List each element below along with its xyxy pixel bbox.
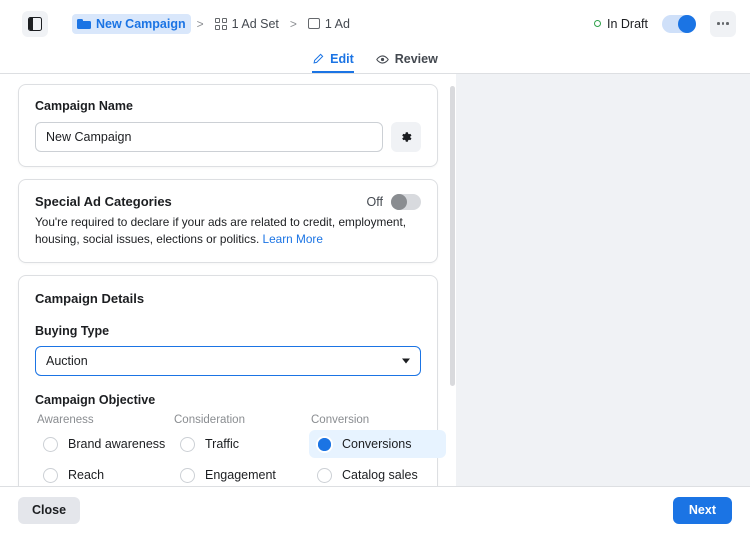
gear-icon: [399, 130, 413, 144]
next-button[interactable]: Next: [673, 497, 732, 524]
breadcrumb-ad-label: 1 Ad: [325, 17, 350, 31]
campaign-objective-title: Campaign Objective: [35, 393, 421, 407]
tab-review-label: Review: [395, 52, 438, 66]
special-ad-categories-title: Special Ad Categories: [35, 194, 172, 209]
objective-column-conversion: Conversion Conversions Catalog sales: [309, 414, 446, 486]
campaign-name-settings-button[interactable]: [391, 122, 421, 152]
footer-bar: Close Next: [0, 486, 750, 533]
radio-icon: [43, 468, 58, 483]
objective-option-catalog-sales[interactable]: Catalog sales: [309, 461, 446, 486]
tab-edit[interactable]: Edit: [312, 52, 354, 73]
objective-column-heading: Consideration: [172, 414, 309, 426]
objective-option-traffic[interactable]: Traffic: [172, 430, 309, 458]
grid-icon: [215, 18, 227, 30]
special-ad-categories-header: Special Ad Categories Off: [35, 194, 421, 210]
toggle-knob: [391, 194, 407, 210]
breadcrumb-adset-label: 1 Ad Set: [232, 17, 279, 31]
status-dot-icon: [594, 20, 601, 27]
campaign-name-card: Campaign Name: [18, 84, 438, 167]
objective-option-label: Conversions: [342, 437, 411, 451]
breadcrumb-item-campaign[interactable]: New Campaign: [72, 14, 191, 34]
toggle-knob: [678, 15, 696, 33]
objective-option-brand-awareness[interactable]: Brand awareness: [35, 430, 172, 458]
breadcrumb: New Campaign > 1 Ad Set > 1 Ad: [72, 14, 355, 34]
tab-review[interactable]: Review: [376, 52, 438, 73]
breadcrumb-separator-2: >: [290, 17, 297, 31]
tab-bar: Edit Review: [0, 47, 750, 73]
special-ad-categories-control: Off: [367, 194, 421, 210]
campaign-objective-columns: Awareness Brand awareness Reach C: [35, 414, 421, 486]
tab-edit-label: Edit: [330, 52, 354, 66]
objective-column-heading: Conversion: [309, 414, 446, 426]
breadcrumb-item-ad[interactable]: 1 Ad: [303, 14, 355, 34]
vertical-scrollbar-thumb[interactable]: [450, 86, 455, 386]
objective-column-consideration: Consideration Traffic Engagement: [172, 414, 309, 486]
special-ad-categories-state-label: Off: [367, 195, 383, 209]
breadcrumb-campaign-label: New Campaign: [96, 17, 186, 31]
pencil-icon: [312, 53, 324, 65]
status-badge: In Draft: [594, 17, 648, 31]
folder-icon: [77, 18, 91, 29]
objective-option-label: Traffic: [205, 437, 239, 451]
special-ad-categories-description-text: You're required to declare if your ads a…: [35, 215, 406, 246]
buying-type-value: Auction: [46, 354, 88, 368]
chevron-down-icon: [402, 359, 410, 364]
objective-option-label: Engagement: [205, 468, 276, 482]
objective-option-label: Catalog sales: [342, 468, 418, 482]
radio-icon: [317, 468, 332, 483]
objective-option-label: Reach: [68, 468, 104, 482]
content-area: Campaign Name Special Ad: [0, 74, 750, 486]
buying-type-select[interactable]: Auction: [35, 346, 421, 376]
campaign-active-toggle[interactable]: [662, 15, 696, 33]
campaign-details-title: Campaign Details: [35, 291, 144, 306]
campaign-name-label: Campaign Name: [35, 99, 421, 113]
panel-left-toggle-button[interactable]: [22, 11, 48, 37]
eye-icon: [376, 53, 389, 66]
special-ad-categories-description: You're required to declare if your ads a…: [35, 214, 407, 248]
campaign-name-row: [35, 122, 421, 152]
learn-more-link[interactable]: Learn More: [263, 232, 323, 246]
objective-option-conversions[interactable]: Conversions: [309, 430, 446, 458]
radio-icon-selected: [317, 437, 332, 452]
campaign-details-card: Campaign Details Buying Type Auction Cam…: [18, 275, 438, 486]
close-button[interactable]: Close: [18, 497, 80, 524]
objective-option-label: Brand awareness: [68, 437, 165, 451]
special-ad-categories-toggle[interactable]: [391, 194, 421, 210]
objective-column-awareness: Awareness Brand awareness Reach: [35, 414, 172, 486]
buying-type-select-wrapper: Auction: [35, 346, 421, 376]
panel-left-icon: [28, 17, 42, 31]
breadcrumb-item-adset[interactable]: 1 Ad Set: [210, 14, 284, 34]
breadcrumb-separator-1: >: [197, 17, 204, 31]
ad-window-icon: [308, 18, 320, 29]
radio-icon: [180, 468, 195, 483]
radio-icon: [43, 437, 58, 452]
more-options-button[interactable]: [710, 11, 736, 37]
form-scroll-column: Campaign Name Special Ad: [0, 74, 456, 486]
status-label: In Draft: [607, 17, 648, 31]
campaign-creation-window: New Campaign > 1 Ad Set > 1 Ad In Draft: [0, 0, 750, 533]
top-header-bar: New Campaign > 1 Ad Set > 1 Ad In Draft: [0, 0, 750, 47]
radio-icon: [180, 437, 195, 452]
buying-type-label: Buying Type: [35, 324, 421, 338]
objective-option-reach[interactable]: Reach: [35, 461, 172, 486]
objective-column-heading: Awareness: [35, 414, 172, 426]
special-ad-categories-card: Special Ad Categories Off You're require…: [18, 179, 438, 263]
objective-option-engagement[interactable]: Engagement: [172, 461, 309, 486]
campaign-name-input[interactable]: [35, 122, 383, 152]
